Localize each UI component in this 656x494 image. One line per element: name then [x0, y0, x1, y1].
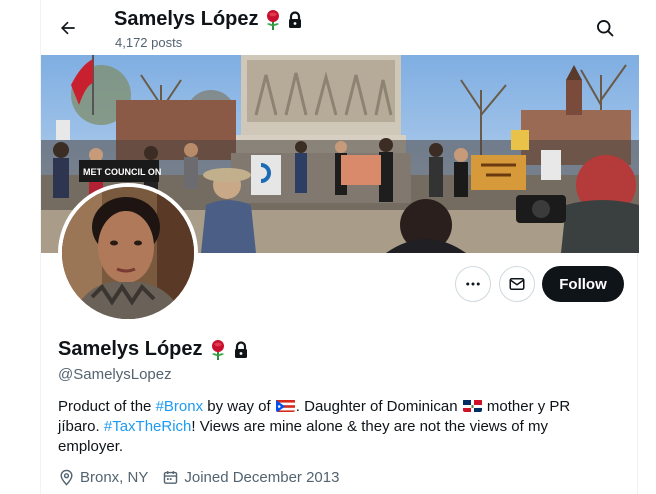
hashtag-taxtherich[interactable]: #TaxTheRich: [104, 418, 192, 435]
bio-text-2: by way of: [203, 398, 275, 415]
follow-button[interactable]: Follow: [542, 266, 624, 302]
back-arrow-icon: [61, 21, 75, 35]
location-item: Bronx, NY: [58, 469, 148, 486]
banner-sign-text: MET COUNCIL ON: [83, 167, 161, 177]
dominican-flag-icon: [462, 399, 482, 412]
post-count: 4,172 posts: [115, 35, 183, 50]
calendar-icon: [164, 471, 178, 484]
lock-icon: [234, 340, 247, 358]
more-options-button[interactable]: [455, 266, 491, 302]
lock-icon: [288, 10, 301, 28]
puerto-rico-flag-icon: [275, 399, 295, 412]
rose-emoji-icon: [266, 9, 279, 30]
search-button[interactable]: [591, 14, 619, 42]
message-button[interactable]: [499, 266, 535, 302]
location-text: Bronx, NY: [80, 469, 149, 486]
hashtag-bronx[interactable]: #Bronx: [156, 398, 204, 415]
profile-bio: Product of the #Bronx by way of . Daught…: [58, 397, 598, 457]
profile-meta: Bronx, NY Joined December 2013: [58, 469, 339, 486]
search-icon: [597, 20, 614, 37]
more-icon: [466, 282, 480, 286]
joined-item: Joined December 2013: [162, 469, 339, 486]
profile-page: Samelys López 4,172 posts MET COUNCIL ON…: [40, 0, 639, 494]
location-pin-icon: [60, 469, 73, 486]
header-name-text: Samelys López: [114, 8, 259, 30]
header-name: Samelys López: [114, 8, 303, 31]
display-name-text: Samelys López: [58, 338, 203, 360]
joined-text: Joined December 2013: [184, 469, 340, 486]
profile-handle: @SamelysLopez: [58, 366, 172, 383]
top-bar: Samelys López 4,172 posts: [41, 0, 639, 55]
display-name: Samelys López: [58, 338, 249, 361]
avatar-photo: [62, 187, 194, 319]
bio-text-1: Product of the: [58, 398, 156, 415]
rose-emoji-icon: [211, 339, 224, 360]
back-button[interactable]: [53, 13, 83, 43]
profile-avatar[interactable]: [58, 183, 198, 323]
bio-text-3: . Daughter of Dominican: [295, 398, 462, 415]
message-icon: [509, 278, 525, 290]
